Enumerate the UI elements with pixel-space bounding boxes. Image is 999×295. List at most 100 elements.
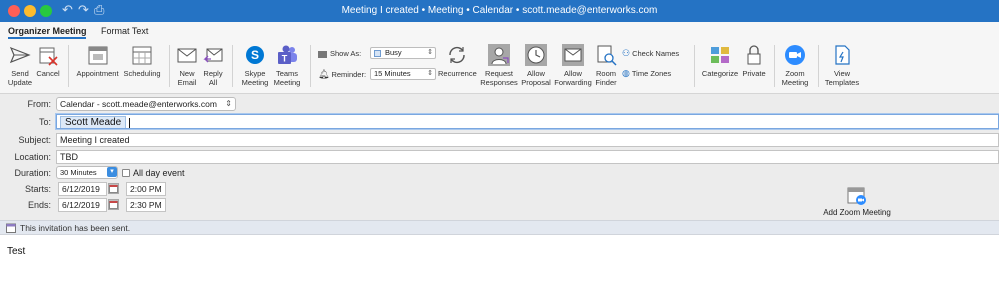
chevron-updown-icon: ⇕ <box>427 70 433 77</box>
categorize-icon <box>711 47 729 63</box>
new-email-button[interactable]: New Email <box>175 44 199 87</box>
categorize-label: Categorize <box>701 69 739 78</box>
tab-organizer-meeting[interactable]: Organizer Meeting <box>8 26 87 37</box>
lock-icon <box>747 45 761 65</box>
recurrence-label: Recurrence <box>438 69 477 78</box>
all-day-checkbox[interactable] <box>122 169 130 177</box>
show-as-select[interactable]: Busy ⇕ <box>370 47 436 59</box>
zoom-calendar-icon <box>847 187 866 205</box>
private-button[interactable]: Private <box>741 44 767 78</box>
send-icon <box>9 46 31 64</box>
sent-calendar-icon <box>6 223 16 233</box>
chevron-down-icon[interactable]: ▾ <box>107 167 117 177</box>
allow-forwarding-button[interactable]: Allow Forwarding <box>554 44 592 87</box>
cancel-calendar-icon <box>39 47 58 66</box>
scheduling-button[interactable]: Scheduling <box>122 44 162 78</box>
appointment-icon <box>88 46 107 65</box>
reply-all-button[interactable]: Reply All <box>201 44 225 87</box>
appointment-button[interactable]: Appointment <box>75 44 120 78</box>
reply-all-label: Reply All <box>203 69 223 87</box>
start-time-field[interactable]: 2:00 PM <box>126 182 166 196</box>
time-zones-button[interactable]: ◍ Time Zones <box>622 68 671 80</box>
templates-icon <box>835 45 850 65</box>
room-finder-button[interactable]: Room Finder <box>593 44 619 87</box>
to-field[interactable]: Scott Meade <box>56 114 999 129</box>
reminder-value: 15 Minutes <box>374 69 411 78</box>
zoom-meeting-button[interactable]: Zoom Meeting <box>780 44 810 87</box>
allow-forwarding-label: Allow Forwarding <box>554 69 592 87</box>
recurrence-button[interactable]: Recurrence <box>438 44 477 78</box>
ends-label: Ends: <box>27 200 51 210</box>
show-as-value: Busy <box>385 48 402 57</box>
envelope-icon <box>177 48 197 63</box>
duration-label: Duration: <box>14 168 51 178</box>
send-update-button[interactable]: Send Update <box>6 44 34 87</box>
start-date-field[interactable]: 6/12/2019 <box>58 182 107 196</box>
cancel-button[interactable]: Cancel <box>35 44 61 78</box>
allow-proposal-button[interactable]: Allow Proposal <box>520 44 552 87</box>
svg-text:T: T <box>282 54 288 64</box>
ribbon-separator <box>68 45 69 87</box>
recurrence-icon <box>449 46 465 64</box>
info-bar: This invitation has been sent. <box>0 220 999 235</box>
calendar-picker-icon[interactable] <box>108 183 119 194</box>
request-responses-icon <box>488 44 510 66</box>
info-bar-text: This invitation has been sent. <box>20 223 131 233</box>
reply-all-icon <box>203 48 223 63</box>
skype-meeting-button[interactable]: S Skype Meeting <box>238 44 272 87</box>
send-update-label: Send Update <box>7 69 33 87</box>
private-label: Private <box>742 69 766 78</box>
chevron-updown-icon: ⇕ <box>225 99 232 108</box>
from-label: From: <box>27 99 52 109</box>
ribbon-separator <box>232 45 233 87</box>
subject-field[interactable]: Meeting I created <box>56 133 999 147</box>
meeting-header-form: From: Calendar - scott.meade@enterworks.… <box>0 94 999 220</box>
title-bar: ↶ ↷ ⎙ Meeting I created • Meeting • Cale… <box>0 0 999 22</box>
globe-icon: ◍ <box>622 69 630 79</box>
scheduling-icon <box>132 46 152 65</box>
window-title: Meeting I created • Meeting • Calendar •… <box>341 5 658 16</box>
chevron-updown-icon: ⇕ <box>427 49 433 56</box>
ribbon-separator <box>169 45 170 87</box>
room-finder-label: Room Finder <box>595 69 617 87</box>
busy-swatch-icon <box>374 49 381 57</box>
cancel-label: Cancel <box>36 69 60 78</box>
request-responses-button[interactable]: Request Responses <box>479 44 519 87</box>
recipient-token[interactable]: Scott Meade <box>60 116 127 128</box>
ribbon-tabs: Organizer Meeting Format Text <box>0 22 999 39</box>
calendar-picker-icon[interactable] <box>108 199 119 210</box>
add-zoom-meeting-button[interactable]: Add Zoom Meeting <box>815 186 899 218</box>
duration-value: 30 Minutes <box>60 168 97 177</box>
svg-text:S: S <box>251 48 259 62</box>
add-zoom-meeting-label: Add Zoom Meeting <box>823 208 891 217</box>
ribbon-separator <box>694 45 695 87</box>
reminder-row: 🔔︎ Reminder: <box>318 69 366 81</box>
check-names-button[interactable]: ⚇ Check Names <box>622 48 679 60</box>
starts-label: Starts: <box>24 184 51 194</box>
categorize-button[interactable]: Categorize <box>700 44 740 78</box>
message-body[interactable]: Test <box>7 246 25 258</box>
teams-icon: T <box>278 45 297 64</box>
skype-icon: S <box>246 46 264 64</box>
all-day-label: All day event <box>133 168 185 178</box>
people-icon: ⚇ <box>622 49 631 59</box>
zoom-meeting-label: Zoom Meeting <box>781 69 809 87</box>
room-finder-icon <box>597 45 617 66</box>
teams-meeting-button[interactable]: T Teams Meeting <box>272 44 302 87</box>
ribbon: Send Update Cancel Appointment Schedulin… <box>0 39 999 94</box>
show-as-row: Show As: <box>318 48 361 60</box>
reminder-select[interactable]: 15 Minutes ⇕ <box>370 68 436 80</box>
end-date-field[interactable]: 6/12/2019 <box>58 198 107 212</box>
location-field[interactable]: TBD <box>56 150 999 164</box>
view-templates-button[interactable]: View Templates <box>823 44 861 87</box>
ribbon-separator <box>774 45 775 87</box>
check-names-label: Check Names <box>632 49 680 58</box>
show-as-label: Show As: <box>330 49 362 58</box>
end-time-field[interactable]: 2:30 PM <box>126 198 166 212</box>
zoom-icon <box>785 45 805 65</box>
tab-format-text[interactable]: Format Text <box>101 26 148 37</box>
new-email-label: New Email <box>177 69 197 87</box>
from-value: Calendar - scott.meade@enterworks.com <box>60 99 217 109</box>
appointment-label: Appointment <box>76 69 119 78</box>
from-select[interactable]: Calendar - scott.meade@enterworks.com ⇕ <box>56 97 236 111</box>
